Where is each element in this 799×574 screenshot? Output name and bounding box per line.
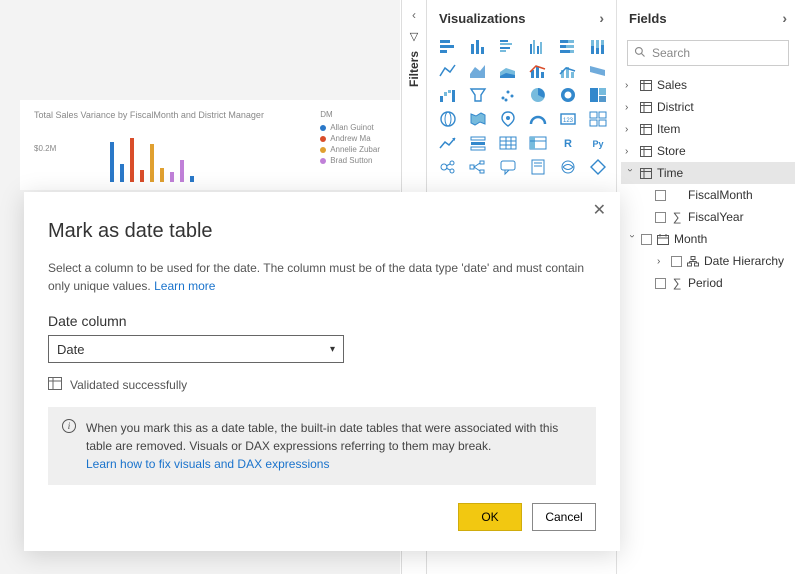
chart-bars (110, 132, 194, 182)
kpi-icon[interactable] (435, 132, 461, 154)
cancel-button[interactable]: Cancel (532, 503, 596, 531)
table-item[interactable]: ›Item (621, 118, 795, 140)
validation-status: Validated successfully (48, 377, 596, 393)
filters-label: Filters (407, 51, 421, 87)
table-time[interactable]: ›Time (621, 162, 795, 184)
search-icon (634, 46, 646, 61)
funnel-icon[interactable] (465, 84, 491, 106)
scatter-icon[interactable] (495, 84, 521, 106)
table-valid-icon (48, 377, 62, 393)
stacked-column-icon[interactable] (465, 36, 491, 58)
table-sales[interactable]: ›Sales (621, 74, 795, 96)
ok-button[interactable]: OK (458, 503, 522, 531)
sigma-icon: ∑ (670, 211, 684, 223)
learn-fix-link[interactable]: Learn how to fix visuals and DAX express… (86, 457, 329, 471)
line-column-icon[interactable] (525, 60, 551, 82)
filter-icon: ▽ (410, 30, 418, 43)
stacked-bar-icon[interactable] (435, 36, 461, 58)
arcgis-icon[interactable] (555, 156, 581, 178)
chart-legend: DM Allan Guinot Andrew Ma Annelie Zubar … (320, 110, 380, 167)
map-icon[interactable] (435, 108, 461, 130)
learn-more-link[interactable]: Learn more (154, 279, 215, 293)
svg-text:Py: Py (592, 139, 603, 149)
date-column-select[interactable]: Date ▾ (48, 335, 344, 363)
info-box: i When you mark this as a date table, th… (48, 407, 596, 485)
calendar-icon (656, 233, 670, 245)
field-fiscalmonth[interactable]: FiscalMonth (621, 184, 795, 206)
fields-tree: ›Sales ›District ›Item ›Store ›Time Fisc… (617, 74, 799, 294)
fields-panel: Fields › Search ›Sales ›District ›Item ›… (617, 0, 799, 574)
chart-preview: Total Sales Variance by FiscalMonth and … (20, 100, 400, 190)
chevron-right-icon[interactable]: › (782, 10, 787, 26)
clustered-bar-icon[interactable] (495, 36, 521, 58)
line-column-2-icon[interactable] (555, 60, 581, 82)
stacked-column-100-icon[interactable] (585, 36, 611, 58)
chevron-down-icon: ▾ (330, 344, 335, 355)
paginated-report-icon[interactable] (525, 156, 551, 178)
table-district[interactable]: ›District (621, 96, 795, 118)
powerapps-icon[interactable] (585, 156, 611, 178)
info-icon: i (62, 419, 76, 433)
filled-map-icon[interactable] (465, 108, 491, 130)
hierarchy-icon (686, 255, 700, 267)
dialog-title: Mark as date table (48, 220, 596, 243)
chevron-left-icon: ‹ (412, 8, 416, 22)
area-chart-icon[interactable] (465, 60, 491, 82)
field-date-hierarchy[interactable]: ›Date Hierarchy (621, 250, 795, 272)
dialog-description: Select a column to be used for the date.… (48, 259, 596, 295)
gauge-icon[interactable] (525, 108, 551, 130)
fields-search-input[interactable]: Search (627, 40, 789, 66)
slicer-icon[interactable] (465, 132, 491, 154)
pie-chart-icon[interactable] (525, 84, 551, 106)
mark-as-date-table-dialog: ✕ Mark as date table Select a column to … (24, 192, 620, 551)
fields-title: Fields (629, 11, 667, 26)
card-icon[interactable]: 123 (555, 108, 581, 130)
matrix-icon[interactable] (525, 132, 551, 154)
table-icon[interactable] (495, 132, 521, 154)
visualizations-title: Visualizations (439, 11, 525, 26)
field-fiscalyear[interactable]: ∑FiscalYear (621, 206, 795, 228)
qa-visual-icon[interactable] (495, 156, 521, 178)
waterfall-icon[interactable] (435, 84, 461, 106)
multi-card-icon[interactable] (585, 108, 611, 130)
key-influencers-icon[interactable] (435, 156, 461, 178)
python-visual-icon[interactable]: Py (585, 132, 611, 154)
treemap-icon[interactable] (585, 84, 611, 106)
table-store[interactable]: ›Store (621, 140, 795, 162)
date-column-label: Date column (48, 313, 596, 329)
svg-text:123: 123 (563, 118, 574, 124)
field-period[interactable]: ∑Period (621, 272, 795, 294)
visualization-gallery: 123 R Py (427, 36, 616, 178)
clustered-column-icon[interactable] (525, 36, 551, 58)
shape-map-icon[interactable] (495, 108, 521, 130)
decomposition-tree-icon[interactable] (465, 156, 491, 178)
stacked-bar-100-icon[interactable] (555, 36, 581, 58)
donut-chart-icon[interactable] (555, 84, 581, 106)
chevron-right-icon[interactable]: › (599, 10, 604, 26)
svg-text:R: R (564, 138, 572, 150)
ribbon-chart-icon[interactable] (585, 60, 611, 82)
r-visual-icon[interactable]: R (555, 132, 581, 154)
sigma-icon: ∑ (670, 277, 684, 289)
field-month[interactable]: ›Month (621, 228, 795, 250)
close-button[interactable]: ✕ (587, 198, 612, 222)
stacked-area-icon[interactable] (495, 60, 521, 82)
line-chart-icon[interactable] (435, 60, 461, 82)
